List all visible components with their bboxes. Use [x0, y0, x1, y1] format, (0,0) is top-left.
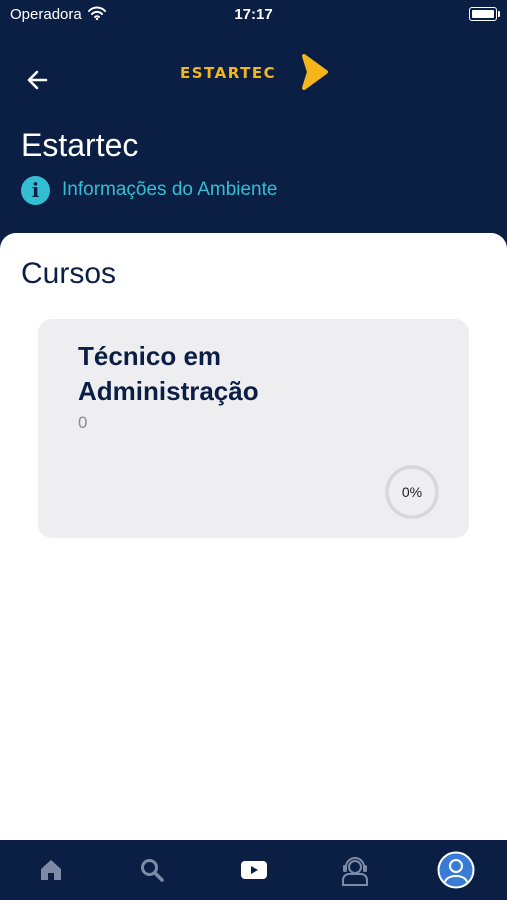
course-name: Técnico em Administração — [78, 341, 259, 406]
tab-videos[interactable] — [203, 840, 304, 900]
environment-info-link[interactable]: i Informações do Ambiente — [21, 175, 277, 205]
course-count: 0 — [78, 413, 88, 432]
tab-search[interactable] — [101, 840, 202, 900]
content-panel: Cursos Técnico em Administração 0 0% — [0, 233, 507, 840]
profile-avatar-icon — [437, 851, 475, 889]
tab-profile[interactable] — [406, 840, 507, 900]
back-button[interactable] — [22, 66, 54, 94]
arrow-left-icon — [27, 70, 48, 90]
battery-icon — [469, 7, 500, 21]
tab-support[interactable] — [304, 840, 405, 900]
section-title: Cursos — [21, 257, 117, 290]
logo-chevron-icon — [302, 54, 328, 90]
logo-wordmark: ESTARTEC — [180, 64, 277, 82]
tab-bar — [0, 840, 507, 900]
tab-home[interactable] — [0, 840, 101, 900]
status-time: 17:17 — [234, 6, 273, 23]
progress-label: 0% — [401, 484, 423, 500]
course-progress: 0% — [384, 464, 440, 520]
environment-info-label: Informações do Ambiente — [62, 179, 278, 200]
search-icon — [141, 859, 164, 882]
course-card[interactable]: Técnico em Administração 0 0% — [38, 319, 469, 538]
support-headset-icon — [341, 857, 368, 886]
status-bar: Operadora 17:17 — [0, 0, 507, 30]
estartec-logo: ESTARTEC — [180, 52, 330, 92]
home-icon — [40, 860, 61, 880]
page-title: Estartec — [21, 127, 139, 163]
info-icon: i — [21, 175, 50, 205]
video-play-icon — [240, 861, 267, 879]
